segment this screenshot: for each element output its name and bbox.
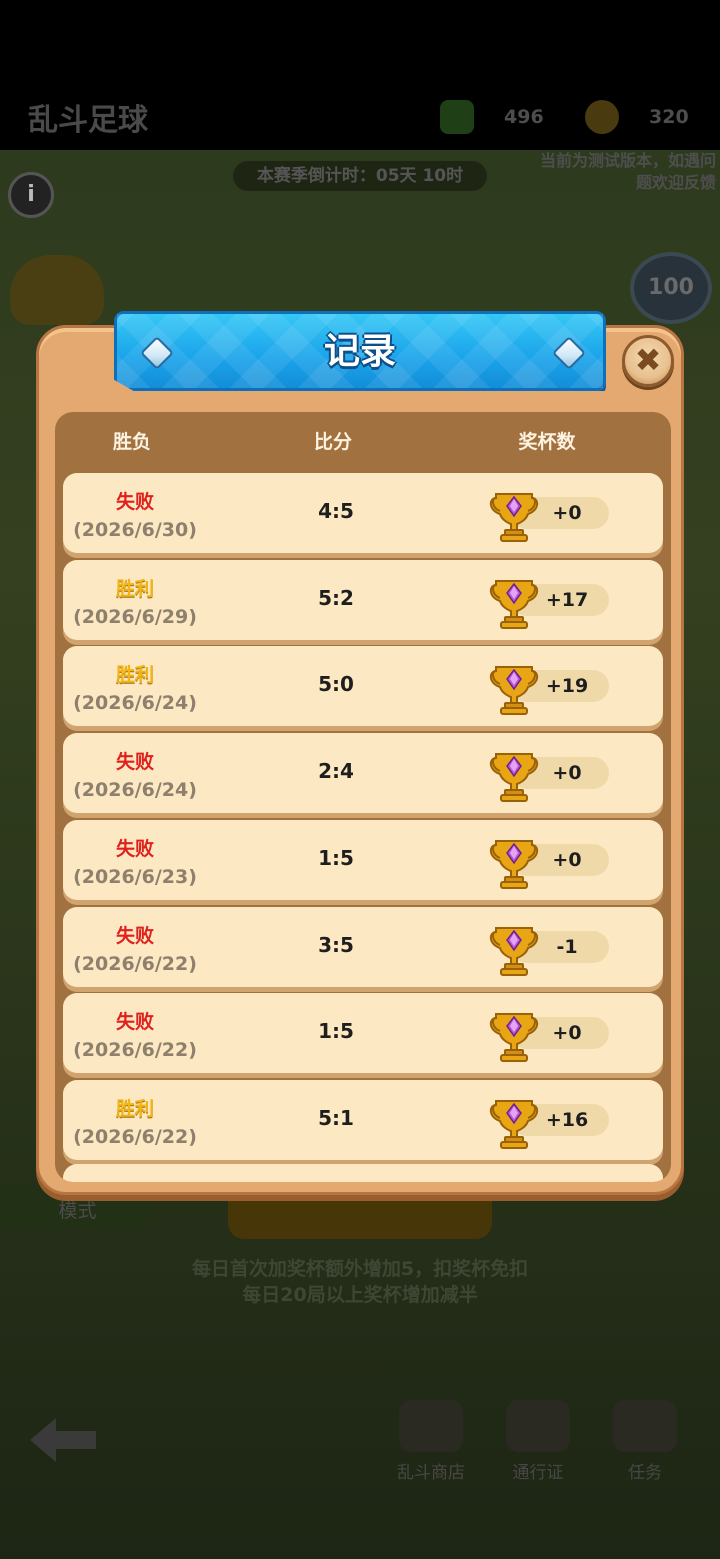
close-button[interactable]: ✖ [622,335,674,387]
close-icon: ✖ [634,341,662,379]
green-cube-icon [440,100,474,134]
trophy-icon [488,748,540,803]
nav-label: 通行证 [512,1463,564,1483]
season-countdown: 本赛季倒计时：05天 10时 [233,161,487,191]
match-result: 失败 [115,837,154,860]
match-result: 胜利 [115,577,154,600]
pass-icon [506,1400,570,1452]
header-score: 比分 [313,431,352,453]
record-list[interactable]: 失败 (2026/6/30) 4:5 +0 胜利 (2026/6/29) 5:2… [55,412,671,1182]
header-trophies: 奖杯数 [518,431,576,453]
match-score: 1:5 [318,1019,354,1044]
record-row: 胜利 (2026/6/29) 5:2 +17 [63,559,663,640]
match-result: 失败 [115,924,154,947]
cube-count: 496 [504,106,544,128]
title-banner: 记录 [114,311,606,391]
match-date: (2026/6/23) [73,865,197,888]
match-score: 4:5 [318,499,354,523]
nav-shop[interactable]: 乱斗商店 [386,1400,476,1483]
token-resource[interactable]: 320 [585,100,689,134]
trophy-icon [488,575,540,629]
match-result: 胜利 [115,1097,154,1120]
record-row: 胜利 (2026/6/22) 5:1 +16 [63,1079,663,1160]
game-title: 乱斗足球 [28,103,148,138]
trophy-icon [488,922,540,976]
record-row: 失败 (2026/6/22) 1:5 +0 [63,993,663,1074]
dialog-title: 记录 [323,331,396,372]
match-date: (2026/6/22) [73,952,197,975]
record-row: 失败 (2026/6/30) 4:5 +0 [63,473,663,553]
info-icon[interactable]: i [8,172,54,218]
nav-pass[interactable]: 通行证 [493,1400,583,1483]
trophy-icon [488,488,540,542]
record-dialog: 失败 (2026/6/30) 4:5 +0 胜利 (2026/6/29) 5:2… [36,325,684,1195]
trophy-rule-hint: 每日首次加奖杯额外增加5，扣奖杯免扣 每日20局以上奖杯增加减半 [0,1256,720,1308]
match-score: 1:5 [318,845,354,870]
hint-line: 每日首次加奖杯额外增加5，扣奖杯免扣 [191,1258,529,1280]
match-result: 失败 [115,491,154,513]
list-item [63,1164,663,1182]
match-result: 失败 [115,751,154,774]
match-score: 2:4 [318,759,354,784]
nav-label: 任务 [628,1463,662,1483]
record-row: 失败 (2026/6/22) 3:5 -1 [63,906,663,987]
match-score: 3:5 [318,932,354,957]
test-version-notice: 当前为测试版本，如遇问题欢迎反馈 [539,151,716,192]
match-date: (2026/6/22) [73,1125,197,1148]
match-score: 5:1 [318,1105,354,1130]
match-score: 5:2 [318,585,354,610]
header-result: 胜负 [112,431,151,453]
tasks-icon [613,1400,677,1452]
nav-label: 乱斗商店 [397,1463,465,1483]
match-date: (2026/6/30) [73,519,197,541]
shop-icon [399,1400,463,1452]
token-count: 320 [649,106,689,128]
match-result: 胜利 [115,664,154,687]
cube-resource[interactable]: 496 [440,100,544,134]
nav-tasks[interactable]: 任务 [600,1400,690,1483]
record-list-panel[interactable]: 失败 (2026/6/30) 4:5 +0 胜利 (2026/6/29) 5:2… [55,412,671,1182]
gold-token-icon [585,100,619,134]
trophy-icon [488,835,540,889]
record-row: 失败 (2026/6/23) 1:5 +0 [63,819,663,900]
match-date: (2026/6/24) [73,692,197,715]
match-date: (2026/6/24) [73,779,197,802]
trophy-icon [488,1095,540,1149]
hint-line: 每日20局以上奖杯增加减半 [242,1284,478,1306]
record-row: 失败 (2026/6/24) 2:4 +0 [63,733,663,814]
record-row: 胜利 (2026/6/24) 5:0 +19 [63,646,663,727]
match-result: 失败 [115,1011,154,1034]
match-date: (2026/6/22) [73,1039,197,1062]
level-badge: 100 [630,252,712,324]
back-arrow-icon[interactable] [30,1418,96,1462]
top-bar: 乱斗足球 496 320 [0,0,720,150]
trophy-icon [488,1008,540,1063]
match-score: 5:0 [318,672,354,697]
trophy-icon [488,661,540,716]
match-date: (2026/6/29) [73,605,197,628]
rank-trophy-icon [10,255,104,325]
